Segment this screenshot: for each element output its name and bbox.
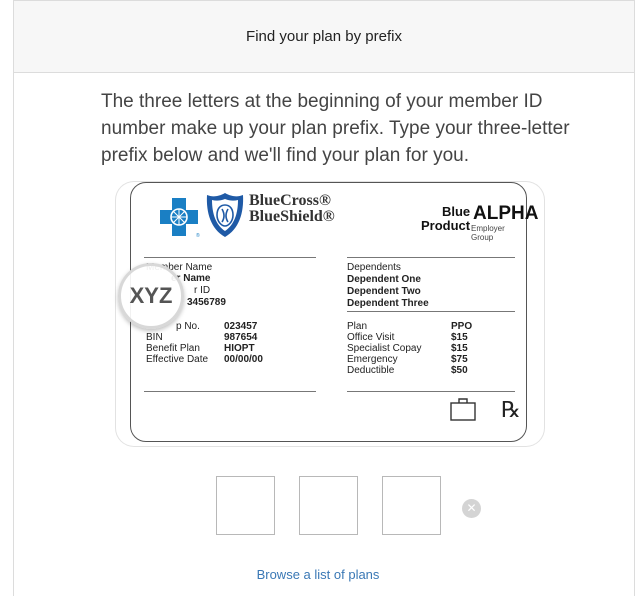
field-value: $50	[451, 365, 468, 376]
divider	[347, 257, 515, 258]
field-value: 987654	[224, 332, 258, 343]
card-border: ® BlueCross® BlueShield® Blue Product AL…	[130, 182, 538, 442]
prefix-letter-2-input[interactable]	[299, 476, 358, 535]
field-label: Deductible	[347, 365, 395, 376]
brand-line-1: BlueCross®	[249, 192, 331, 209]
field-label: p No.	[176, 321, 200, 332]
browse-plans-link[interactable]: Browse a list of plans	[0, 567, 636, 582]
field-label: BIN	[146, 332, 163, 343]
field-value: 00/00/00	[224, 354, 263, 365]
prefix-magnifier: XYZ	[118, 263, 184, 329]
field-label: Office Visit	[347, 332, 395, 343]
modal-title: Find your plan by prefix	[246, 28, 402, 45]
prefix-letter-3-input[interactable]	[382, 476, 441, 535]
field-value: $75	[451, 354, 468, 365]
product-line-2: Product	[421, 218, 471, 233]
brand-name: BlueCross® BlueShield®	[249, 193, 335, 225]
field-value: $15	[451, 332, 468, 343]
magnified-prefix: XYZ	[129, 283, 173, 308]
dependents-label: Dependents	[347, 262, 401, 273]
field-label: Emergency	[347, 354, 398, 365]
dependent-name: Dependent One	[347, 274, 421, 285]
divider	[144, 391, 316, 392]
field-label: Plan	[347, 321, 368, 332]
instructions-text: The three letters at the beginning of yo…	[101, 91, 570, 166]
group-name: ALPHA	[473, 203, 539, 224]
rx-icon: ℞	[501, 397, 521, 422]
modal-header: Find your plan by prefix	[14, 1, 634, 73]
field-label: Benefit Plan	[146, 343, 200, 354]
divider	[144, 257, 316, 258]
dependent-name: Dependent Three	[347, 298, 429, 309]
field-value: HIOPT	[224, 343, 255, 354]
blueshield-logo-icon	[206, 193, 244, 237]
field-value: $15	[451, 343, 468, 354]
clear-prefix-icon[interactable]: ✕	[462, 499, 481, 518]
member-id-label: r ID	[194, 285, 211, 296]
product-name: Blue Product	[421, 205, 470, 233]
member-id-value: 3456789	[187, 297, 226, 308]
field-label: Specialist Copay	[347, 343, 422, 354]
divider	[347, 311, 515, 312]
field-value: 023457	[224, 321, 258, 332]
divider	[347, 391, 515, 392]
field-value: PPO	[451, 321, 473, 332]
briefcase-icon	[450, 398, 476, 421]
brand-line-2: BlueShield®	[249, 208, 335, 225]
sample-member-card: ® BlueCross® BlueShield® Blue Product AL…	[116, 182, 544, 446]
svg-text:®: ®	[196, 232, 200, 238]
group-type: Employer Group	[471, 224, 505, 242]
prefix-letter-1-input[interactable]	[216, 476, 275, 535]
field-label: Effective Date	[146, 354, 209, 365]
bluecross-logo-icon: ®	[160, 198, 200, 238]
product-line-1: Blue	[441, 204, 471, 219]
dependent-name: Dependent Two	[347, 286, 421, 297]
